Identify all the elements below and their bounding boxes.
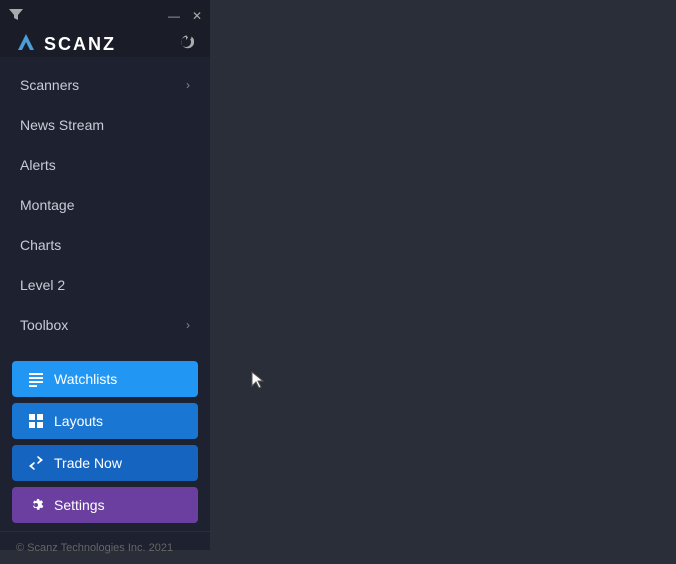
title-bar-controls: — ✕ [168, 10, 202, 22]
nav-label-news-stream: News Stream [20, 117, 104, 133]
watchlists-label: Watchlists [54, 371, 117, 387]
nav-label-alerts: Alerts [20, 157, 56, 173]
cursor-indicator [250, 370, 266, 390]
logo-text: SCANZ [44, 34, 116, 55]
footer-text: © Scanz Technologies Inc. 2021 [16, 542, 173, 554]
nav-label-level2: Level 2 [20, 277, 65, 293]
nav-label-montage: Montage [20, 197, 74, 213]
trade-now-button[interactable]: Trade Now [12, 445, 198, 481]
nav-item-news-stream[interactable]: News Stream [0, 105, 210, 145]
right-panel [210, 0, 676, 550]
minimize-button[interactable]: — [168, 10, 180, 22]
nav-item-montage[interactable]: Montage [0, 185, 210, 225]
nav-item-alerts[interactable]: Alerts [0, 145, 210, 185]
nav-label-toolbox: Toolbox [20, 317, 68, 333]
logo: SCANZ [16, 32, 116, 57]
nav-label-charts: Charts [20, 237, 61, 253]
logo-area: SCANZ [0, 32, 210, 57]
layouts-label: Layouts [54, 413, 103, 429]
refresh-icon[interactable] [178, 34, 194, 55]
layouts-button[interactable]: Layouts [12, 403, 198, 439]
settings-icon [28, 497, 44, 513]
nav-list: Scanners › News Stream Alerts Montage Ch… [0, 57, 210, 353]
nav-label-scanners: Scanners [20, 77, 79, 93]
title-bar: — ✕ [0, 0, 210, 32]
app-window: — ✕ SCANZ [0, 0, 676, 550]
watchlists-icon [28, 371, 44, 387]
nav-item-level2[interactable]: Level 2 [0, 265, 210, 305]
close-button[interactable]: ✕ [192, 10, 202, 22]
nav-item-toolbox[interactable]: Toolbox › [0, 305, 210, 345]
chevron-right-icon-toolbox: › [186, 318, 190, 332]
watchlists-button[interactable]: Watchlists [12, 361, 198, 397]
sidebar: — ✕ SCANZ [0, 0, 210, 550]
logo-icon [16, 32, 36, 57]
bottom-buttons: Watchlists Layouts Tra [0, 353, 210, 531]
settings-button[interactable]: Settings [12, 487, 198, 523]
title-bar-left [8, 7, 24, 26]
sidebar-footer: © Scanz Technologies Inc. 2021 [0, 531, 210, 564]
chevron-right-icon: › [186, 78, 190, 92]
filter-icon [8, 7, 24, 26]
settings-label: Settings [54, 497, 105, 513]
nav-item-scanners[interactable]: Scanners › [0, 65, 210, 105]
trade-now-label: Trade Now [54, 455, 122, 471]
trade-icon [28, 455, 44, 471]
main-area: — ✕ SCANZ [0, 0, 676, 550]
layouts-icon [28, 413, 44, 429]
nav-item-charts[interactable]: Charts [0, 225, 210, 265]
